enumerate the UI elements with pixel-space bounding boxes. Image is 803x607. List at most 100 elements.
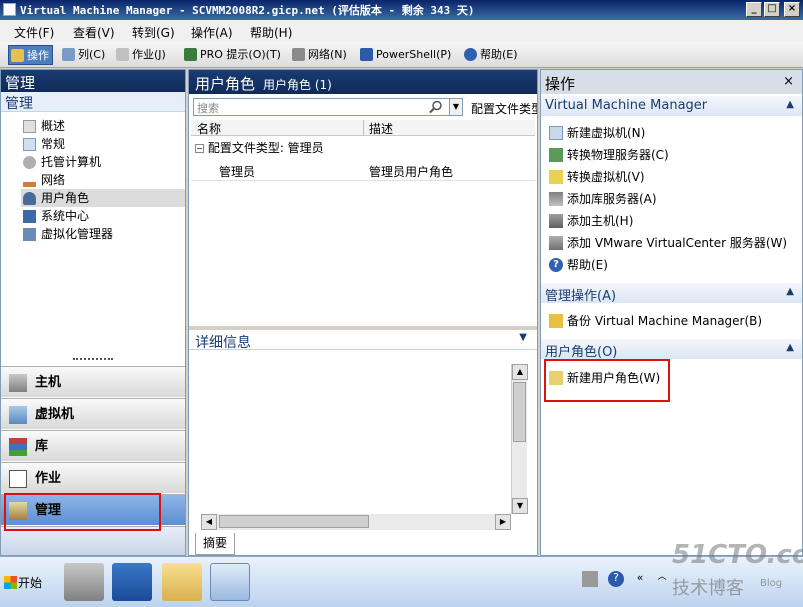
toolbar-help-button[interactable]: 帮助(E) [462, 45, 521, 65]
action-add-vmware-vc[interactable]: 添加 VMware VirtualCenter 服务器(W) [547, 233, 787, 253]
start-button[interactable]: 开始 [2, 569, 48, 597]
nav-button-label: 库 [35, 439, 49, 454]
nav-button-label: 作业 [35, 471, 62, 486]
section-user-roles[interactable]: 用户角色(O) ▲ [541, 339, 802, 360]
toolbar-network-button[interactable]: 网络(N) [290, 45, 350, 65]
search-icon[interactable] [429, 100, 443, 114]
convert-physical-icon [549, 148, 563, 162]
tree-item-label: 常规 [41, 137, 66, 151]
action-new-vm[interactable]: 新建虚拟机(N) [547, 123, 645, 143]
splitter-grip[interactable] [73, 358, 113, 362]
collapse-icon[interactable]: ▲ [786, 286, 794, 297]
toolbar-powershell-label: PowerShell(P) [376, 48, 452, 61]
action-convert-physical[interactable]: 转换物理服务器(C) [547, 145, 669, 165]
pro-tips-icon [184, 48, 197, 61]
section-admin-actions[interactable]: 管理操作(A) ▲ [541, 283, 802, 304]
user-icon [23, 192, 36, 205]
toolbar-actions-button[interactable]: 操作 [8, 45, 53, 65]
collapse-icon[interactable]: ▲ [786, 342, 794, 353]
search-input[interactable]: 搜索 [193, 98, 463, 116]
watermark-blog: Blog [760, 578, 783, 589]
scroll-thumb[interactable] [219, 515, 369, 528]
explorer-icon[interactable] [162, 563, 202, 601]
scroll-right-button[interactable]: ▶ [495, 514, 511, 530]
column-header-name[interactable]: 名称 [197, 120, 221, 137]
vmm-console-icon[interactable] [210, 563, 250, 601]
action-label: 帮助(E) [567, 258, 608, 272]
details-vertical-scrollbar[interactable]: ▲ ▼ [511, 364, 528, 514]
search-dropdown-button[interactable]: ▼ [449, 98, 463, 116]
scroll-left-button[interactable]: ◀ [201, 514, 217, 530]
action-backup-vmm[interactable]: 备份 Virtual Machine Manager(B) [547, 311, 762, 331]
scroll-thumb[interactable] [513, 382, 526, 442]
toolbar-powershell-button[interactable]: PowerShell(P) [358, 45, 454, 65]
gear-icon [23, 156, 36, 169]
tree-item-managed-computers[interactable]: 托管计算机 [21, 153, 185, 171]
tree-item-network[interactable]: 网络 [21, 171, 185, 189]
maximize-button[interactable]: □ [764, 2, 780, 17]
tree-item-label: 系统中心 [41, 209, 90, 223]
help-icon[interactable]: ? [608, 571, 624, 587]
scroll-up-button[interactable]: ▲ [512, 364, 528, 380]
config-filter-label[interactable]: 配置文件类型 [471, 100, 537, 117]
nav-button-virtual-machines[interactable]: 虚拟机 [1, 398, 185, 429]
chevron-up-icon[interactable]: ︿ [654, 571, 670, 587]
menu-actions[interactable]: 操作(A) [191, 24, 233, 41]
tree-item-system-center[interactable]: 系统中心 [21, 207, 185, 225]
general-icon [23, 138, 36, 151]
watermark-subtitle: 技术博客 [672, 578, 744, 599]
action-label: 转换虚拟机(V) [567, 170, 645, 184]
actions-pane-title: 操作 [545, 75, 576, 93]
watermark-logo: 51CTO.com [672, 540, 803, 570]
nav-button-hosts[interactable]: 主机 [1, 366, 185, 397]
powershell-icon[interactable] [112, 563, 152, 601]
nav-button-jobs[interactable]: 作业 [1, 462, 185, 493]
collapse-icon[interactable]: ▲ [786, 99, 794, 110]
action-convert-vm[interactable]: 转换虚拟机(V) [547, 167, 645, 187]
toolbar-jobs-button[interactable]: 作业(J) [114, 45, 169, 65]
column-header-description[interactable]: 描述 [369, 120, 393, 137]
tree-item-general[interactable]: 常规 [21, 135, 185, 153]
nav-button-library[interactable]: 库 [1, 430, 185, 461]
close-icon[interactable]: × [783, 74, 794, 89]
close-button[interactable]: × [784, 2, 800, 17]
app-icon [3, 3, 16, 16]
scroll-down-button[interactable]: ▼ [512, 498, 528, 514]
tree-item-user-roles[interactable]: 用户角色 [21, 189, 185, 207]
section-title: Virtual Machine Manager [545, 98, 708, 113]
jobs-icon [116, 48, 129, 61]
action-label: 添加 VMware VirtualCenter 服务器(W) [567, 236, 788, 250]
chevron-down-icon[interactable]: ▼ [519, 332, 527, 343]
row-name-cell: 管理员 [219, 165, 256, 179]
action-label: 添加主机(H) [567, 214, 634, 228]
action-add-host[interactable]: 添加主机(H) [547, 211, 633, 231]
navigation-subtitle: 管理 [1, 92, 185, 112]
tree-item-label: 概述 [41, 119, 66, 133]
keyboard-icon[interactable] [582, 571, 598, 587]
toolbar: 操作 列(C) 作业(J) PRO 提示(O)(T) 网络(N) PowerSh… [0, 42, 803, 68]
section-title: 管理操作(A) [545, 289, 617, 304]
menu-view[interactable]: 查看(V) [73, 24, 115, 41]
group-row[interactable]: − 配置文件类型: 管理员 [195, 139, 324, 156]
table-row[interactable]: 管理员 管理员用户角色 [191, 161, 535, 181]
library-icon [9, 438, 27, 456]
expand-tray-icon[interactable]: « [632, 571, 648, 587]
server-manager-icon[interactable] [64, 563, 104, 601]
minimize-button[interactable]: _ [746, 2, 762, 17]
toolbar-columns-button[interactable]: 列(C) [60, 45, 108, 65]
section-vmm[interactable]: Virtual Machine Manager ▲ [541, 96, 802, 116]
action-help[interactable]: ? 帮助(E) [547, 255, 608, 275]
collapse-icon[interactable]: − [195, 144, 204, 153]
menu-help[interactable]: 帮助(H) [250, 24, 292, 41]
tree-item-virtualization-managers[interactable]: 虚拟化管理器 [21, 225, 185, 243]
vmware-server-icon [549, 236, 563, 250]
tab-summary[interactable]: 摘要 [195, 533, 235, 555]
menu-go[interactable]: 转到(G) [132, 24, 175, 41]
details-title: 详细信息 [195, 335, 251, 351]
toolbar-pro-tips-button[interactable]: PRO 提示(O)(T) [182, 45, 284, 65]
action-add-library-server[interactable]: 添加库服务器(A) [547, 189, 657, 209]
details-horizontal-scrollbar[interactable]: ◀ ▶ [201, 514, 511, 530]
menu-file[interactable]: 文件(F) [14, 24, 54, 41]
tree-item-overview[interactable]: 概述 [21, 117, 185, 135]
toolbar-help-label: 帮助(E) [480, 48, 518, 61]
